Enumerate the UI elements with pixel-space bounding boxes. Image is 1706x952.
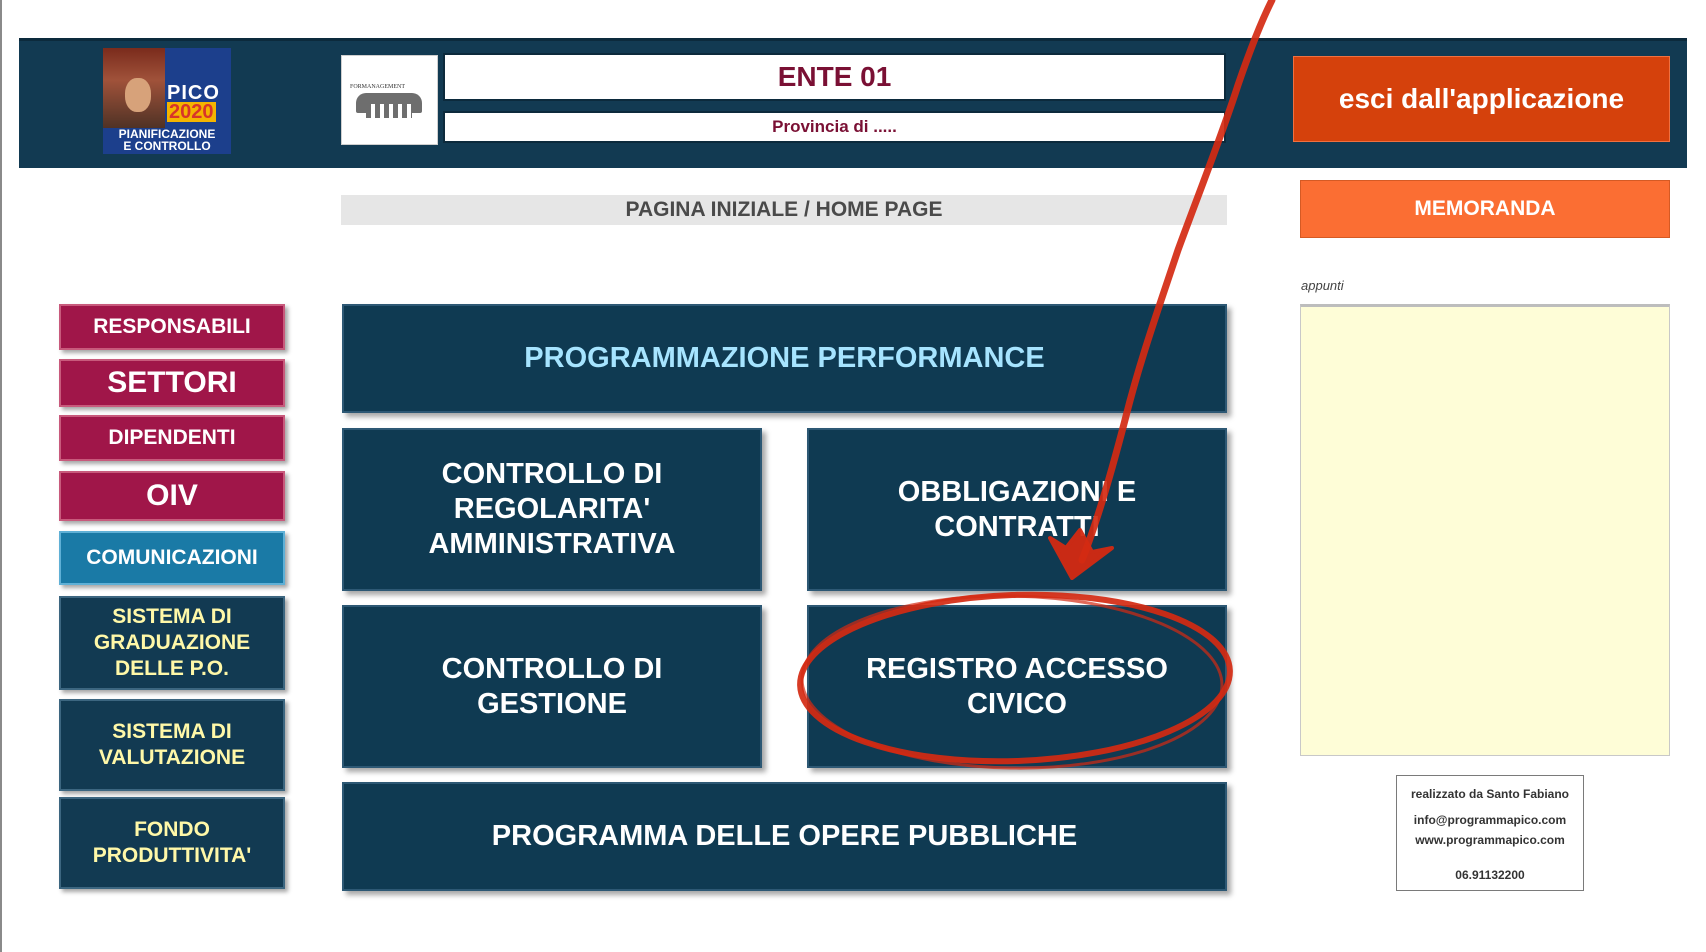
sidebar-item-label: SETTORI	[107, 366, 237, 399]
tile-registro-accesso-civico[interactable]: REGISTRO ACCESSO CIVICO	[807, 605, 1227, 768]
sidebar-item-dipendenti[interactable]: DIPENDENTI	[59, 415, 285, 461]
tile-label-line1: OBBLIGAZIONI E	[897, 475, 1137, 508]
tile-label: PROGRAMMAZIONE PERFORMANCE	[524, 342, 1045, 374]
exit-app-button[interactable]: esci dall'applicazione	[1293, 56, 1670, 142]
sidebar-item-label-line2: PRODUTTIVITA'	[92, 844, 252, 867]
credits-website[interactable]: www.programmapico.com	[1397, 833, 1583, 847]
credits-box: realizzato da Santo Fabiano info@program…	[1396, 775, 1584, 891]
notes-label: appunti	[1301, 278, 1344, 293]
sidebar-item-label: COMUNICAZIONI	[86, 546, 258, 569]
logo-year: 2020	[167, 101, 216, 123]
sidebar-item-comunicazioni[interactable]: COMUNICAZIONI	[59, 531, 285, 585]
tile-label-line2: CIVICO	[967, 687, 1067, 720]
partner-logo: FORMANAGEMENT	[341, 55, 438, 145]
partner-logo-text: FORMANAGEMENT	[350, 84, 406, 90]
tile-label-line2: CONTRATTI	[934, 510, 1100, 543]
credits-phone: 06.91132200	[1455, 868, 1525, 882]
sidebar-item-label-line1: FONDO	[134, 818, 210, 841]
columns-icon	[366, 104, 412, 118]
sidebar-item-label-line3: DELLE P.O.	[115, 657, 229, 680]
portrait-face	[125, 78, 151, 112]
credits-author: realizzato da Santo Fabiano	[1410, 787, 1570, 801]
sidebar-item-label-line1: SISTEMA DI	[112, 720, 232, 743]
tile-label-line2: REGOLARITA'	[453, 493, 651, 525]
tile-label-line1: CONTROLLO DI	[441, 652, 663, 685]
sidebar-item-responsabili[interactable]: RESPONSABILI	[59, 304, 285, 350]
tile-obbligazioni-contratti[interactable]: OBBLIGAZIONI E CONTRATTI	[807, 428, 1227, 591]
tile-controllo-regolarita[interactable]: CONTROLLO DI REGOLARITA' AMMINISTRATIVA	[342, 428, 762, 591]
window-left-edge	[0, 0, 2, 952]
page-title: PAGINA INIZIALE / HOME PAGE	[341, 195, 1227, 225]
memoranda-button[interactable]: MEMORANDA	[1300, 180, 1670, 238]
sidebar-item-label-line2: GRADUAZIONE	[93, 631, 251, 654]
logo-subtitle-line2: E CONTROLLO	[123, 139, 211, 153]
tile-programmazione-performance[interactable]: PROGRAMMAZIONE PERFORMANCE	[342, 304, 1227, 413]
pico-logo: PICO 2020 PIANIFICAZIONE E CONTROLLO	[103, 48, 231, 154]
sidebar-item-settori[interactable]: SETTORI	[59, 359, 285, 407]
notes-textarea[interactable]	[1300, 304, 1670, 756]
logo-subtitle: PIANIFICAZIONE E CONTROLLO	[103, 128, 231, 152]
tile-label-line2: GESTIONE	[477, 687, 627, 720]
sidebar-item-valutazione[interactable]: SISTEMA DI VALUTAZIONE	[59, 699, 285, 791]
sidebar-item-graduazione-po[interactable]: SISTEMA DI GRADUAZIONE DELLE P.O.	[59, 596, 285, 690]
sidebar-item-fondo-produttivita[interactable]: FONDO PRODUTTIVITA'	[59, 797, 285, 889]
tile-label-line1: CONTROLLO DI	[441, 458, 663, 490]
sidebar-item-label: OIV	[146, 479, 198, 512]
provincia-subtitle: Provincia di .....	[443, 111, 1226, 143]
sidebar-item-oiv[interactable]: OIV	[59, 471, 285, 521]
tile-controllo-gestione[interactable]: CONTROLLO DI GESTIONE	[342, 605, 762, 768]
tile-label-line1: REGISTRO ACCESSO	[866, 652, 1168, 685]
tile-label-line3: AMMINISTRATIVA	[428, 528, 676, 560]
sidebar-item-label-line2: VALUTAZIONE	[98, 746, 246, 769]
credits-email[interactable]: info@programmapico.com	[1397, 813, 1583, 827]
sidebar-item-label: DIPENDENTI	[108, 426, 236, 449]
sidebar-item-label-line1: SISTEMA DI	[112, 605, 232, 628]
sidebar-item-label: RESPONSABILI	[93, 315, 251, 338]
tile-label: PROGRAMMA DELLE OPERE PUBBLICHE	[491, 820, 1078, 852]
tile-programma-opere-pubbliche[interactable]: PROGRAMMA DELLE OPERE PUBBLICHE	[342, 782, 1227, 891]
ente-title: ENTE 01	[443, 53, 1226, 101]
